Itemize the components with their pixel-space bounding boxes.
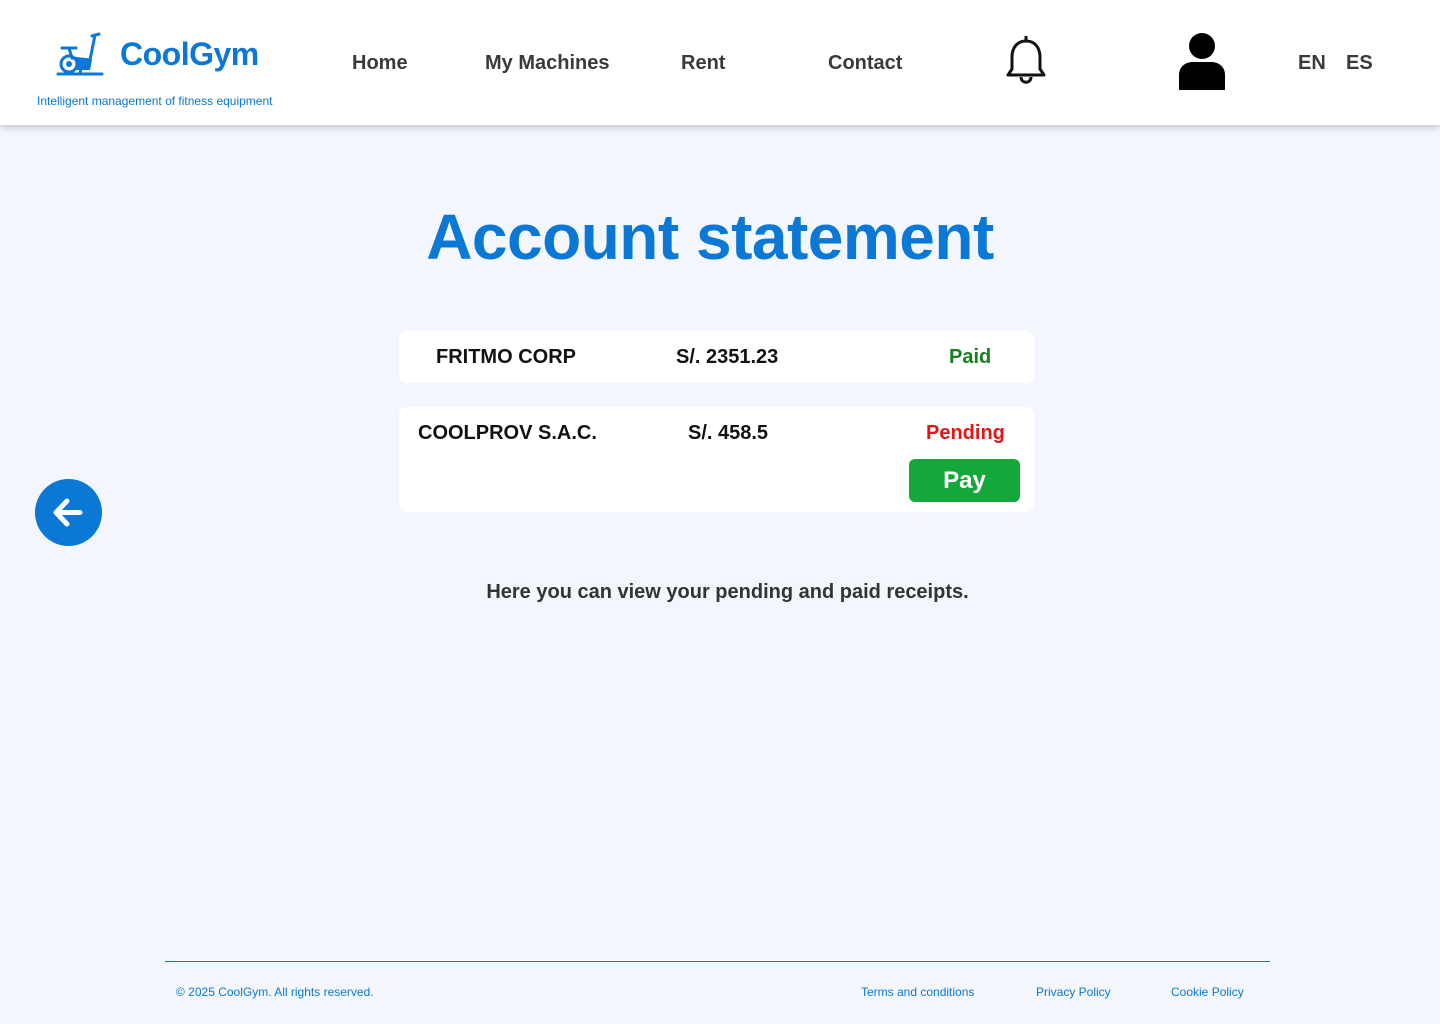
statement-row: FRITMO CORP S/. 2351.23 Paid bbox=[399, 331, 1034, 383]
brand-tagline: Intelligent management of fitness equipm… bbox=[37, 94, 273, 108]
user-icon[interactable] bbox=[1176, 32, 1228, 90]
copyright-text: © 2025 CoolGym. All rights reserved. bbox=[176, 985, 374, 999]
cookie-policy-link[interactable]: Cookie Policy bbox=[1171, 985, 1244, 999]
pay-button[interactable]: Pay bbox=[909, 459, 1020, 502]
statement-amount: S/. 458.5 bbox=[688, 422, 769, 444]
company-name: COOLPROV S.A.C. bbox=[418, 422, 597, 444]
company-name: FRITMO CORP bbox=[436, 346, 576, 368]
page-title: Account statement bbox=[426, 201, 994, 273]
arrow-left-icon bbox=[53, 498, 83, 527]
top-header: CoolGym Intelligent management of fitnes… bbox=[0, 0, 1440, 125]
status-badge: Pending bbox=[926, 422, 1005, 444]
info-text: Here you can view your pending and paid … bbox=[486, 581, 969, 603]
exercise-bike-icon bbox=[56, 32, 104, 76]
nav-my-machines[interactable]: My Machines bbox=[485, 52, 609, 75]
bell-icon[interactable] bbox=[1003, 36, 1049, 86]
privacy-policy-link[interactable]: Privacy Policy bbox=[1036, 985, 1111, 999]
statement-amount: S/. 2351.23 bbox=[676, 346, 779, 368]
nav-home[interactable]: Home bbox=[352, 52, 408, 75]
back-button[interactable] bbox=[35, 479, 102, 546]
terms-link[interactable]: Terms and conditions bbox=[861, 985, 974, 999]
nav-contact[interactable]: Contact bbox=[828, 52, 902, 75]
lang-es[interactable]: ES bbox=[1346, 52, 1373, 75]
status-badge: Paid bbox=[949, 346, 992, 368]
lang-en[interactable]: EN bbox=[1298, 52, 1326, 75]
statement-row: COOLPROV S.A.C. S/. 458.5 Pending Pay bbox=[399, 407, 1034, 512]
brand-name[interactable]: CoolGym bbox=[120, 36, 259, 73]
nav-rent[interactable]: Rent bbox=[681, 52, 725, 75]
footer-divider bbox=[165, 961, 1270, 962]
